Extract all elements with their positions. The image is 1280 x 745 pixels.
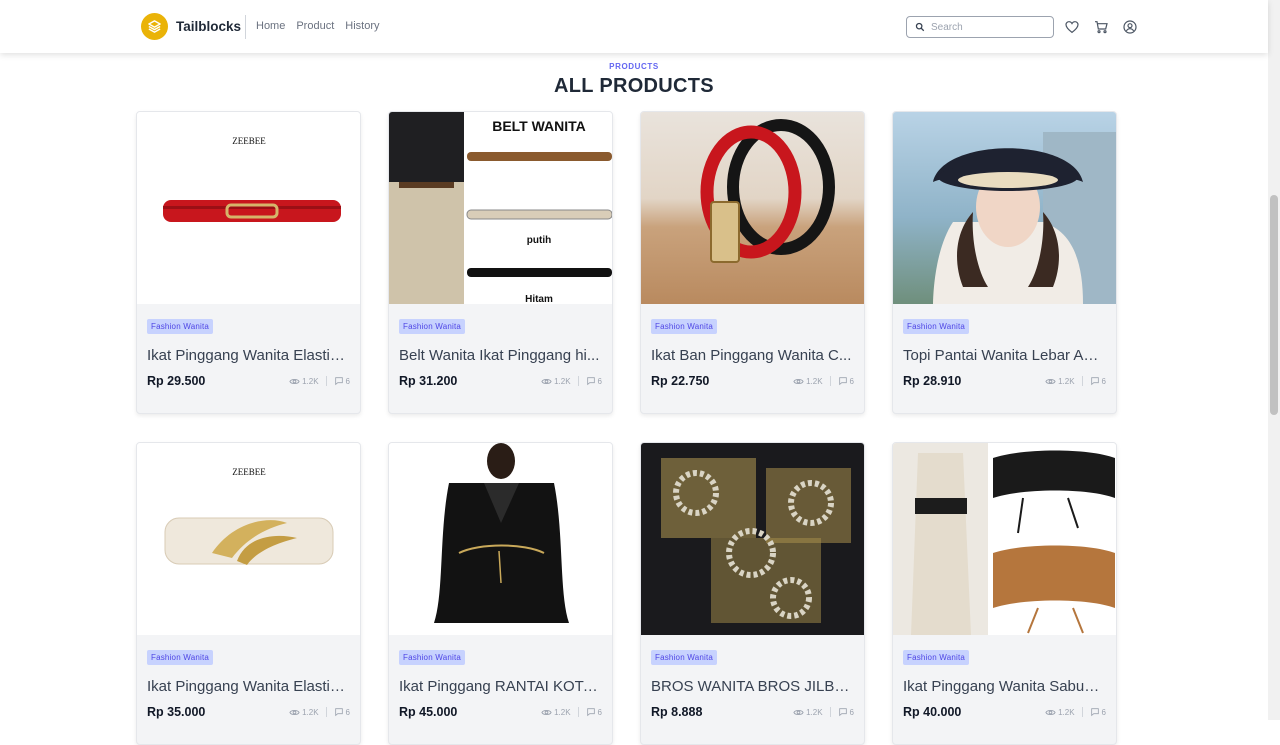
brand-divider [245, 15, 246, 39]
product-price: Rp 22.750 [651, 374, 710, 388]
product-title[interactable]: Belt Wanita Ikat Pinggang hi... [399, 347, 602, 364]
section-eyebrow: PRODUCTS [609, 62, 659, 71]
product-image [389, 443, 612, 635]
product-card[interactable]: Fashion Wanita BROS WANITA BROS JILBAB .… [640, 442, 865, 745]
comment-count: 6 [1101, 707, 1106, 717]
product-title[interactable]: Ikat Pinggang Wanita Elastis ... [147, 347, 350, 364]
logo-icon [141, 13, 168, 40]
category-badge[interactable]: Fashion Wanita [399, 650, 466, 665]
eye-icon [541, 709, 552, 715]
product-card[interactable]: ZEEBEE Fashion Wanita Ikat Pinggang Wani… [136, 111, 361, 414]
eye-icon [541, 378, 552, 384]
category-badge[interactable]: Fashion Wanita [651, 319, 718, 334]
search-box[interactable] [906, 16, 1054, 38]
product-image: ZEEBEE [137, 112, 360, 304]
product-title[interactable]: Ikat Pinggang Wanita Elastis ... [147, 678, 350, 695]
comment-icon [838, 708, 847, 717]
product-image [641, 112, 864, 304]
nav-product[interactable]: Product [296, 20, 334, 32]
comment-icon [1090, 708, 1099, 717]
search-input[interactable] [931, 21, 1051, 33]
comment-count: 6 [849, 376, 854, 386]
category-badge[interactable]: Fashion Wanita [399, 319, 466, 334]
category-badge[interactable]: Fashion Wanita [147, 319, 214, 334]
view-count: 1.2K [554, 707, 571, 717]
comment-icon [838, 377, 847, 386]
view-count: 1.2K [554, 376, 571, 386]
product-title[interactable]: Ikat Pinggang Wanita Sabuk ... [903, 678, 1106, 695]
comment-icon [586, 377, 595, 386]
eye-icon [793, 378, 804, 384]
comment-icon [1090, 377, 1099, 386]
search-icon [915, 22, 925, 32]
category-badge[interactable]: Fashion Wanita [903, 319, 970, 334]
comment-count: 6 [345, 707, 350, 717]
view-count: 1.2K [806, 707, 823, 717]
brand-link[interactable]: Tailblocks [141, 13, 241, 40]
eye-icon [289, 709, 300, 715]
user-icon[interactable] [1122, 19, 1138, 35]
comment-count: 6 [345, 376, 350, 386]
product-title[interactable]: Topi Pantai Wanita Lebar Ant... [903, 347, 1106, 364]
product-price: Rp 8.888 [651, 705, 703, 719]
section-title: ALL PRODUCTS [554, 75, 714, 97]
category-badge[interactable]: Fashion Wanita [147, 650, 214, 665]
main-nav: Home Product History [256, 20, 380, 32]
eye-icon [1045, 378, 1056, 384]
product-title[interactable]: Ikat Pinggang RANTAI KOTA... [399, 678, 602, 695]
product-image [893, 443, 1116, 635]
product-image: ZEEBEE [137, 443, 360, 635]
product-card[interactable]: Fashion Wanita Topi Pantai Wanita Lebar … [892, 111, 1117, 414]
image-label: Hitam [525, 294, 553, 304]
view-count: 1.2K [1058, 707, 1075, 717]
product-image [893, 112, 1116, 304]
product-card[interactable]: Fashion Wanita Ikat Pinggang RANTAI KOTA… [388, 442, 613, 745]
product-price: Rp 40.000 [903, 705, 962, 719]
product-image: BELT WANITA putih Hitam [389, 112, 612, 304]
comment-count: 6 [1101, 376, 1106, 386]
product-card[interactable]: Fashion Wanita Ikat Pinggang Wanita Sabu… [892, 442, 1117, 745]
top-navbar: Tailblocks Home Product History [0, 0, 1268, 53]
eye-icon [289, 378, 300, 384]
product-price: Rp 45.000 [399, 705, 458, 719]
product-card[interactable]: ZEEBEE Fashion Wanita Ikat Pinggang Wani… [136, 442, 361, 745]
brand-name: Tailblocks [176, 19, 242, 34]
view-count: 1.2K [806, 376, 823, 386]
category-badge[interactable]: Fashion Wanita [903, 650, 970, 665]
page-scrollbar[interactable] [1268, 0, 1280, 720]
product-image [641, 443, 864, 635]
product-card[interactable]: Fashion Wanita Ikat Ban Pinggang Wanita … [640, 111, 865, 414]
cart-icon[interactable] [1093, 19, 1109, 35]
product-title[interactable]: BROS WANITA BROS JILBAB ... [651, 678, 854, 695]
comment-count: 6 [597, 376, 602, 386]
nav-home[interactable]: Home [256, 20, 285, 32]
heart-icon[interactable] [1064, 19, 1080, 35]
scrollbar-thumb[interactable] [1270, 195, 1278, 415]
view-count: 1.2K [302, 707, 319, 717]
comment-icon [334, 377, 343, 386]
comment-icon [586, 708, 595, 717]
comment-icon [334, 708, 343, 717]
eye-icon [793, 709, 804, 715]
product-price: Rp 31.200 [399, 374, 458, 388]
product-price: Rp 35.000 [147, 705, 206, 719]
comment-count: 6 [597, 707, 602, 717]
image-caption: BELT WANITA [492, 118, 586, 134]
comment-count: 6 [849, 707, 854, 717]
eye-icon [1045, 709, 1056, 715]
product-title[interactable]: Ikat Ban Pinggang Wanita C... [651, 347, 854, 364]
brand-watermark: ZEEBEE [232, 467, 266, 477]
category-badge[interactable]: Fashion Wanita [651, 650, 718, 665]
view-count: 1.2K [1058, 376, 1075, 386]
view-count: 1.2K [302, 376, 319, 386]
image-label: putih [527, 235, 551, 246]
nav-history[interactable]: History [345, 20, 379, 32]
product-grid: ZEEBEE Fashion Wanita Ikat Pinggang Wani… [136, 111, 1118, 745]
product-card[interactable]: BELT WANITA putih Hitam Fashion Wanita B… [388, 111, 613, 414]
product-price: Rp 29.500 [147, 374, 206, 388]
product-price: Rp 28.910 [903, 374, 962, 388]
brand-watermark: ZEEBEE [232, 136, 266, 146]
